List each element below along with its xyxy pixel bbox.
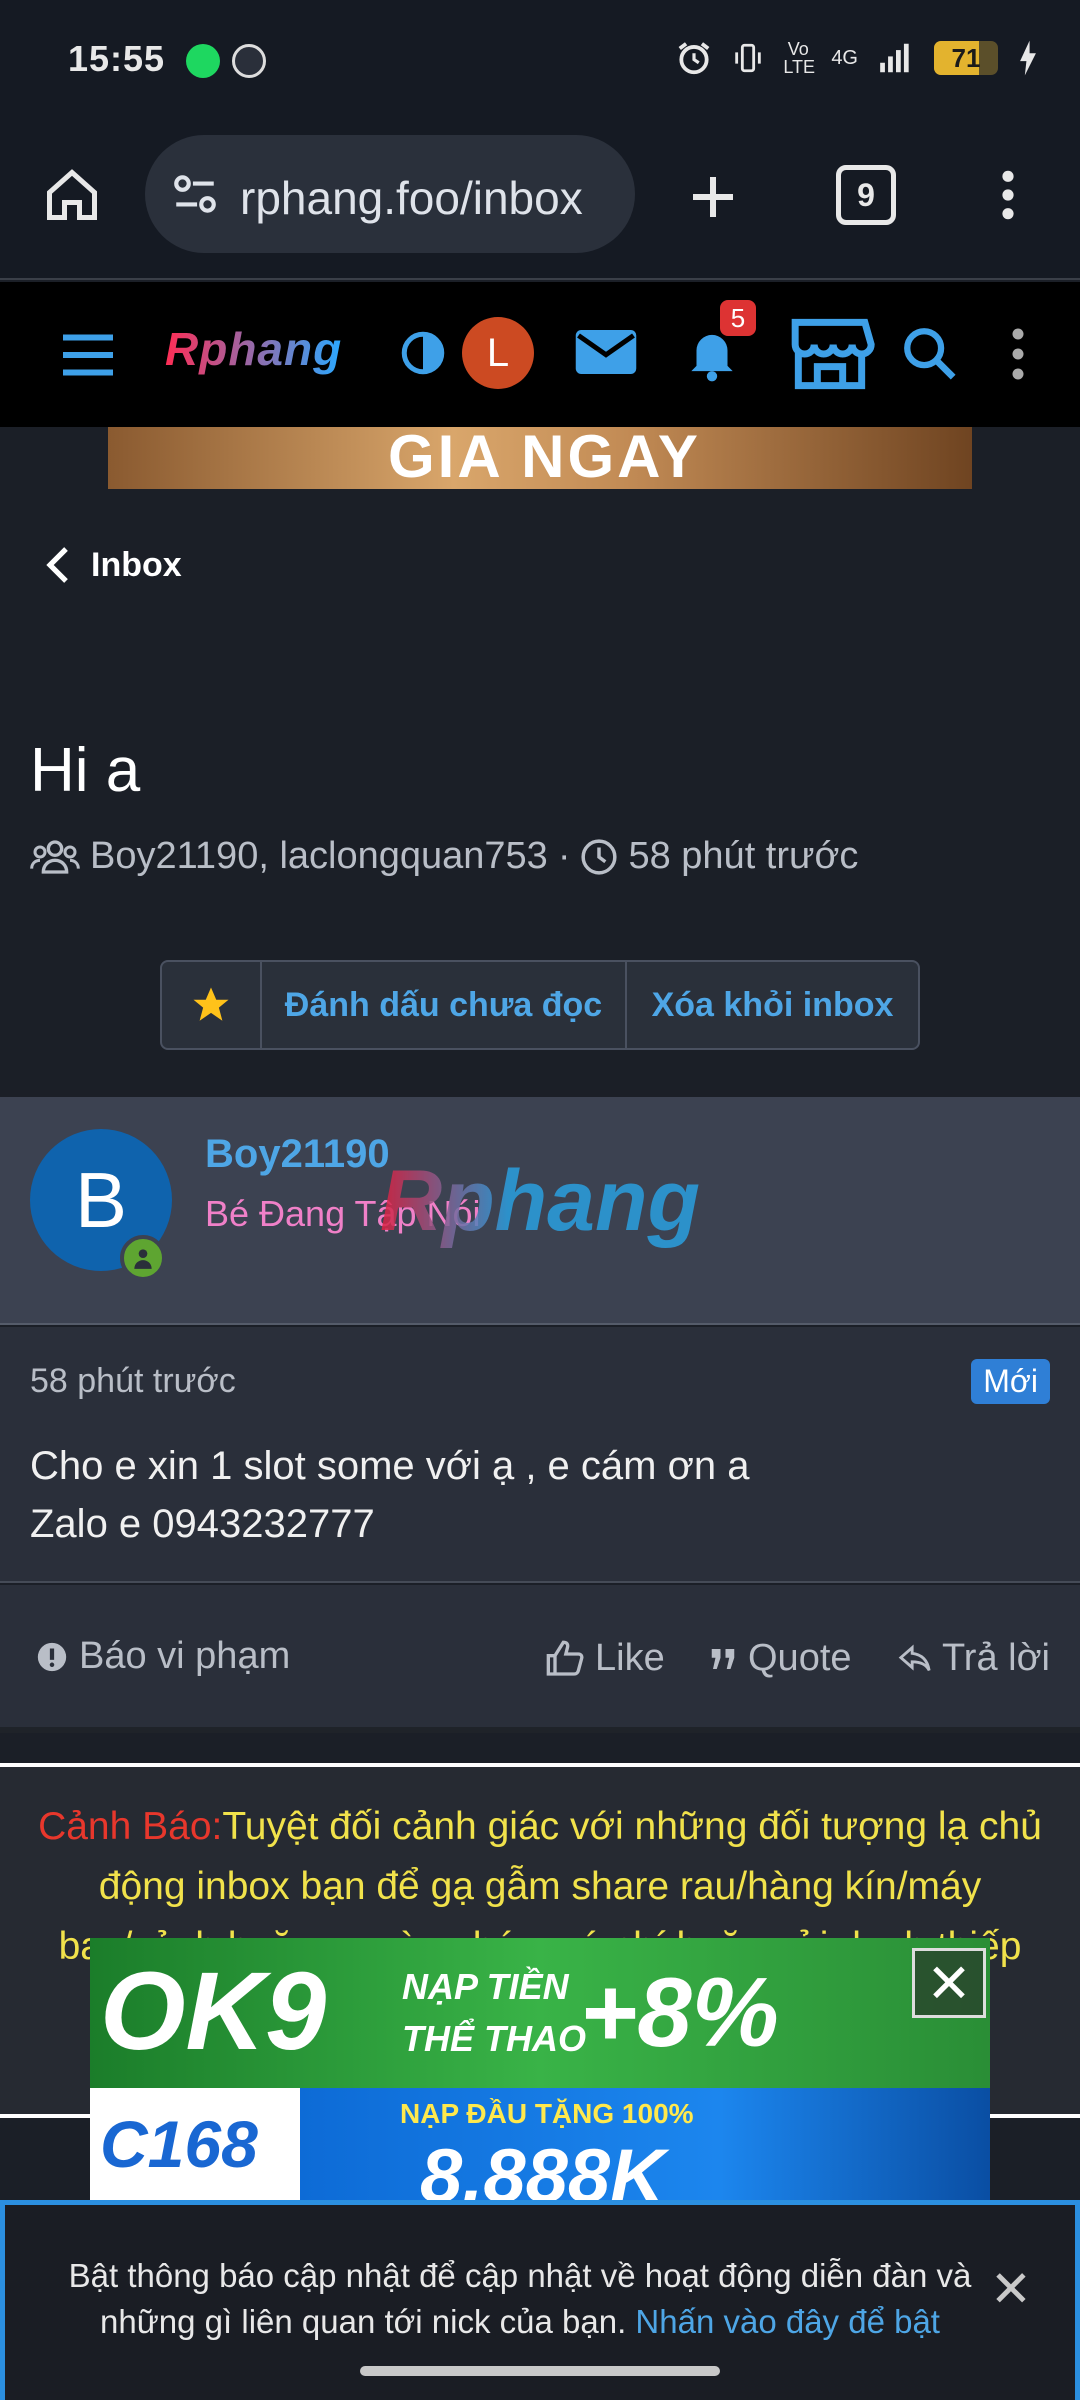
ad1-logo: OK9 [100, 1950, 327, 2073]
reply-button[interactable]: Trả lời [898, 1637, 1050, 1680]
gesture-bar[interactable] [360, 2366, 720, 2376]
search-icon[interactable] [900, 324, 958, 382]
signal-icon [880, 43, 909, 73]
post-user-header: B Boy21190 Bé Đang Tập Nói Rphang [0, 1097, 1080, 1325]
ad1-line1: NẠP TIỀN [402, 1966, 569, 2007]
status-bar: 15:55 Vo LTE 4G 71 [0, 0, 1080, 125]
banner-text: GIA NGAY [388, 427, 701, 489]
thread-action-group: Đánh dấu chưa đọc Xóa khỏi inbox [160, 960, 920, 1050]
enable-push-link[interactable]: Nhấn vào đây để bật [635, 2303, 940, 2340]
ad-close-icon[interactable]: ✕ [912, 1948, 986, 2018]
network-type: 4G [831, 46, 858, 69]
ad1-bonus: +8% [580, 1957, 779, 2067]
vibrate-icon [735, 43, 762, 73]
site-settings-icon[interactable] [170, 169, 220, 219]
post-actions: Báo vi phạm Like Quote Trả lời [0, 1585, 1080, 1733]
mark-unread-button[interactable]: Đánh dấu chưa đọc [262, 962, 627, 1048]
remove-from-inbox-button[interactable]: Xóa khỏi inbox [627, 962, 918, 1048]
url-text[interactable]: rphang.foo/inbox [240, 171, 620, 225]
star-icon [193, 987, 229, 1021]
home-icon[interactable] [42, 165, 102, 225]
c168-ad-banner[interactable]: C168 NẠP ĐẦU TẶNG 100% 8.888K [90, 2088, 990, 2203]
mail-icon[interactable] [573, 322, 639, 382]
like-button[interactable]: Like [545, 1637, 665, 1680]
new-tab-icon[interactable] [683, 167, 743, 227]
thread-time: 58 phút trước [628, 835, 859, 877]
meta-separator: · [557, 835, 571, 877]
ad2-top: NẠP ĐẦU TẶNG 100% [400, 2098, 694, 2129]
quote-icon [711, 1648, 735, 1669]
more-vert-icon[interactable] [980, 165, 1036, 225]
post-body: 58 phút trước Mới Cho e xin 1 slot some … [0, 1327, 1080, 1583]
thumbs-up-icon [546, 1640, 584, 1676]
status-time: 15:55 [68, 38, 166, 79]
back-to-inbox-link[interactable]: Inbox [45, 545, 182, 585]
users-icon [30, 839, 80, 874]
clock-icon [581, 838, 618, 875]
chevron-left-icon [46, 547, 68, 583]
report-label: Báo vi phạm [79, 1635, 291, 1677]
ad2-logo: C168 [100, 2107, 258, 2181]
volte-indicator: Vo LTE [783, 39, 815, 77]
menu-icon[interactable] [58, 327, 118, 383]
address-bar[interactable]: rphang.foo/inbox [145, 135, 635, 253]
warning-title: Cảnh Báo: [38, 1805, 223, 1848]
push-prompt-text: Bật thông báo cập nhật để cập nhật về ho… [55, 2253, 985, 2345]
user-avatar[interactable]: L [462, 317, 534, 389]
back-label: Inbox [91, 545, 182, 584]
reply-label: Trả lời [942, 1637, 1050, 1679]
online-status-icon [120, 1235, 166, 1281]
reply-icon [898, 1644, 931, 1671]
report-button[interactable]: Báo vi phạm [35, 1635, 290, 1678]
post-username[interactable]: Boy21190 [205, 1132, 390, 1177]
post-text-line: Cho e xin 1 slot some với ạ , e cám ơn a [30, 1444, 750, 1488]
browser-toolbar: rphang.foo/inbox 9 [0, 125, 1080, 280]
status-icons: Vo LTE 4G 71 [675, 38, 1040, 78]
thread-meta: Boy21190, laclongquan753 · 58 phút trước [30, 835, 858, 878]
battery-level: 71 [951, 43, 981, 73]
theme-toggle-icon[interactable] [398, 328, 448, 378]
new-badge: Mới [971, 1359, 1050, 1404]
tab-switcher-button[interactable]: 9 [836, 165, 896, 225]
star-button[interactable] [162, 962, 262, 1048]
ad2-amount: 8.888K [420, 2134, 666, 2203]
alarm-icon [678, 42, 710, 75]
messenger-icon [232, 44, 266, 78]
spotify-icon [186, 44, 220, 78]
store-icon[interactable] [785, 316, 875, 392]
thread-participants[interactable]: Boy21190, laclongquan753 [90, 835, 548, 878]
ad1-line2: THỂ THAO [402, 2018, 586, 2059]
like-label: Like [595, 1637, 665, 1679]
nav-more-icon[interactable] [1000, 324, 1036, 384]
post-time[interactable]: 58 phút trước [30, 1362, 236, 1401]
battery-indicator: 71 [934, 41, 998, 75]
top-ad-banner[interactable]: GIA NGAY [108, 427, 972, 489]
alert-icon [37, 1642, 67, 1671]
charging-icon [1020, 40, 1036, 76]
site-navbar: Rphang L 5 [0, 282, 1080, 427]
ok9-ad-banner[interactable]: OK9 NẠP TIỀN THỂ THAO +8% ✕ [90, 1938, 990, 2088]
quote-label: Quote [748, 1637, 852, 1679]
watermark-logo: Rphang [380, 1153, 701, 1249]
site-logo[interactable]: Rphang [165, 322, 342, 376]
notification-badge: 5 [720, 300, 756, 336]
post-text-line: Zalo e 0943232777 [30, 1502, 375, 1546]
post-content: Cho e xin 1 slot some với ạ , e cám ơn a… [30, 1437, 749, 1553]
quote-button[interactable]: Quote [708, 1637, 852, 1680]
thread-title: Hi a [30, 736, 141, 805]
close-icon[interactable]: ✕ [990, 2260, 1032, 2318]
